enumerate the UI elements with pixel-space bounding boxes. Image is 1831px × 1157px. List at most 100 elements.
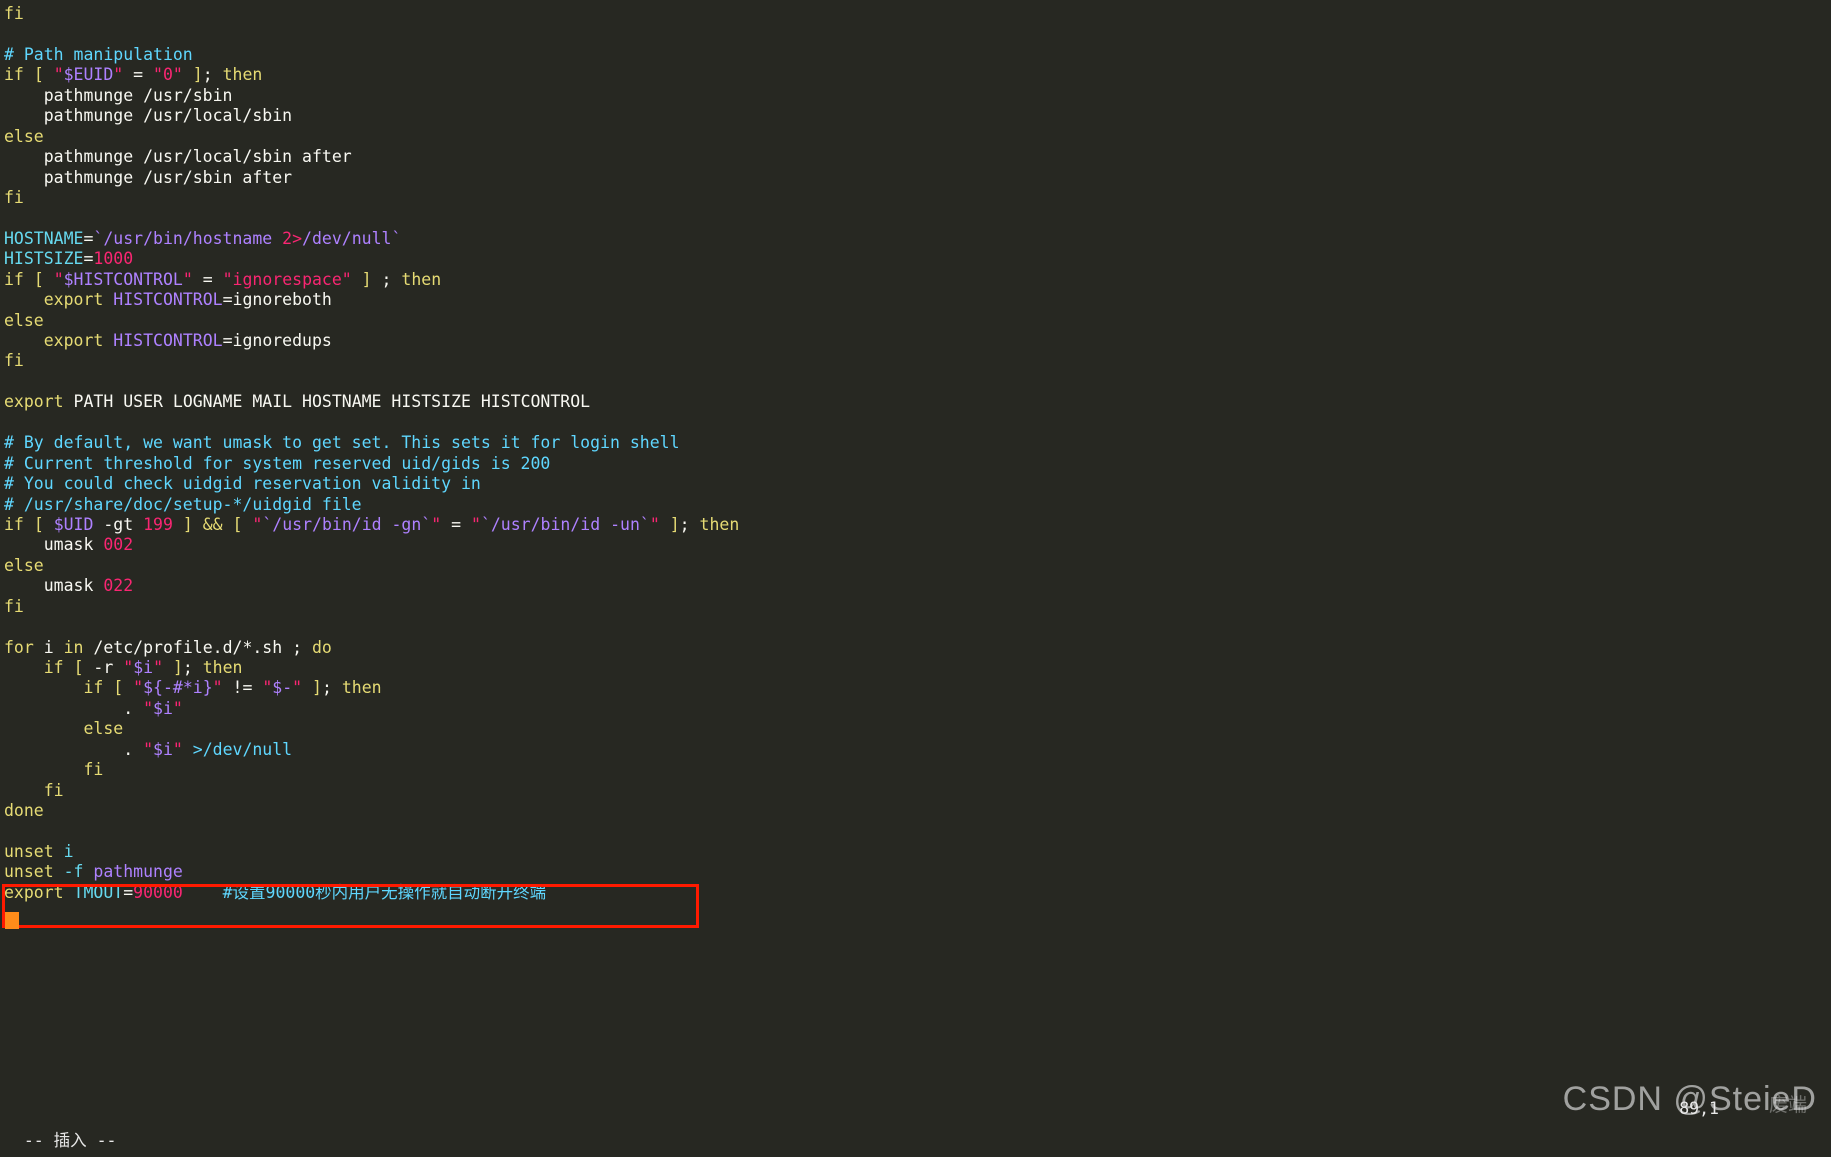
code-token: do (311, 637, 332, 657)
code-token: pathmunge /usr/local/sbin after (4, 147, 352, 167)
code-token: unset (4, 841, 54, 861)
code-token: else (83, 719, 124, 739)
code-token: if (83, 678, 104, 698)
code-token: `/usr/bin/id -un` (480, 514, 650, 534)
code-line: if [ "$HISTCONTROL" = "ignorespace" ] ; … (4, 270, 1831, 290)
code-line: fi (4, 351, 1831, 371)
code-token: else (4, 126, 44, 146)
code-token: 1000 (93, 249, 134, 269)
code-token: pathmunge (93, 862, 183, 882)
code-token: PATH USER LOGNAME MAIL HOSTNAME HISTSIZE… (63, 392, 591, 412)
code-token: done (4, 801, 44, 821)
code-token: umask (4, 535, 104, 555)
code-token: ; (321, 678, 342, 698)
code-line: done (4, 801, 1831, 821)
code-token: then (401, 269, 442, 289)
code-line: pathmunge /usr/local/sbin after (4, 147, 1831, 167)
code-token: # Current threshold for system reserved … (4, 453, 551, 473)
code-token: ] (312, 678, 322, 698)
code-token: [ (73, 658, 84, 677)
code-token: ] (182, 514, 193, 534)
code-token: 022 (103, 576, 134, 596)
code-token: " (123, 658, 134, 677)
code-token: for (4, 637, 34, 657)
code-token: 002 (103, 535, 134, 555)
code-line: # Current threshold for system reserved … (4, 454, 1831, 474)
code-line: if [ "$EUID" = "0" ]; then (4, 65, 1831, 85)
code-token: i (33, 637, 64, 657)
code-token: ; (202, 65, 223, 85)
code-token: fi (4, 351, 24, 371)
code-token: " (292, 678, 303, 698)
code-token: [ (33, 514, 44, 534)
code-token: " (143, 698, 154, 718)
vim-editor-buffer[interactable]: fi # Path manipulation if [ "$EUID" = "0"… (0, 0, 1831, 1125)
code-line: . "$i" (4, 699, 1831, 719)
code-token: 2> (282, 228, 303, 248)
code-line: # You could check uidgid reservation val… (4, 474, 1831, 494)
code-token: /etc/profile.d/*.sh ; (83, 637, 312, 657)
code-line: pathmunge /usr/local/sbin (4, 106, 1831, 126)
code-line: else (4, 719, 1831, 739)
code-token: else (4, 310, 44, 330)
code-token: > (192, 739, 203, 759)
code-token: if (4, 65, 24, 85)
code-token: /dev/null (202, 739, 293, 759)
code-token: ; (679, 514, 700, 534)
code-token: then (341, 678, 382, 698)
code-token: # You could check uidgid reservation val… (4, 474, 481, 494)
code-token: = (123, 882, 134, 902)
code-token: " (252, 514, 263, 534)
code-token: fi (83, 760, 104, 780)
code-line: pathmunge /usr/sbin after (4, 168, 1831, 188)
code-token: /dev/null` (302, 228, 402, 248)
code-token: =ignoreboth (222, 290, 332, 310)
code-line: else (4, 311, 1831, 331)
code-token: " (53, 269, 64, 289)
code-token: $- (272, 678, 293, 698)
code-line: for i in /etc/profile.d/*.sh ; do (4, 638, 1831, 658)
code-line: else (4, 556, 1831, 576)
code-token: umask (4, 576, 104, 596)
vim-status-line: -- 插入 -- (0, 1093, 1831, 1150)
code-token: i (63, 841, 74, 861)
code-token: if (4, 514, 24, 534)
code-line: umask 002 (4, 535, 1831, 555)
code-token: " (431, 514, 442, 534)
code-token: fi (43, 780, 64, 800)
code-line: export HISTCONTROL=ignoredups (4, 331, 1831, 351)
code-token: $i (153, 698, 173, 718)
code-line: unset i (4, 842, 1831, 862)
code-token: " (262, 678, 273, 698)
code-token: [ (33, 269, 44, 289)
code-token: " (53, 65, 64, 85)
code-line: fi (4, 597, 1831, 617)
code-token: pathmunge /usr/local/sbin (4, 106, 293, 126)
code-token: 0 (162, 65, 173, 85)
code-token: HOSTNAME (4, 228, 84, 248)
code-token: $UID (53, 514, 94, 534)
code-token: ${-#*i} (143, 678, 213, 698)
code-token: if (4, 269, 24, 289)
code-line: # /usr/share/doc/setup-*/uidgid file (4, 495, 1831, 515)
